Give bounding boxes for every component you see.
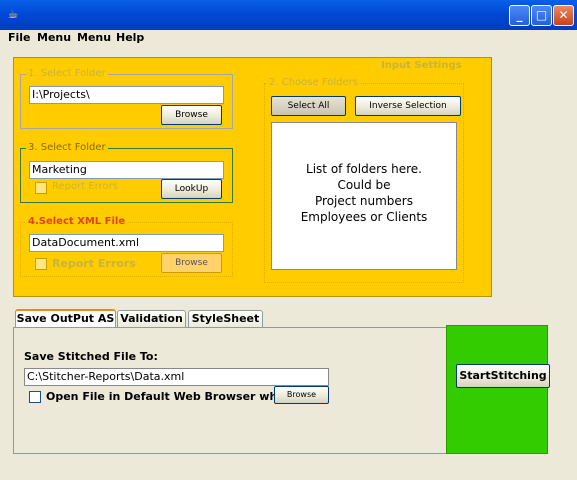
group2-label: 2. Choose Folders — [267, 77, 360, 89]
inverse-selection-button[interactable]: Inverse Selection — [355, 96, 461, 116]
xml-file-input[interactable]: DataDocument.xml — [29, 234, 224, 252]
report-errors-checkbox-1[interactable] — [35, 182, 47, 194]
menu-menu-1[interactable]: Menu — [37, 31, 71, 44]
start-stitching-button[interactable]: StartStitching — [456, 364, 550, 388]
folder-list-line: Employees or Clients — [300, 210, 428, 224]
browse-save-button[interactable]: Browse — [274, 386, 329, 404]
tab-validation[interactable]: Validation — [117, 310, 186, 328]
save-path-input[interactable]: C:\Stitcher-Reports\Data.xml — [24, 368, 329, 386]
report-errors-label-2: Report Errors — [52, 257, 136, 270]
group4-label: 4.Select XML File — [26, 216, 128, 228]
maximize-button[interactable]: □ — [531, 5, 552, 26]
lookup-button[interactable]: LookUp — [161, 179, 222, 199]
report-errors-label-1: Report Errors — [52, 181, 118, 192]
panel-title: Input Settings — [381, 60, 462, 71]
java-app-icon: ☕ — [7, 7, 19, 21]
report-errors-checkbox-2[interactable] — [35, 258, 47, 270]
folder-list[interactable]: List of folders here. Could be Project n… — [271, 122, 457, 270]
browse-folder-1-button[interactable]: Browse — [161, 105, 222, 125]
tab-save-output-as[interactable]: Save OutPut AS — [15, 309, 116, 329]
menu-menu-2[interactable]: Menu — [77, 31, 111, 44]
folder-list-line: List of folders here. — [306, 162, 422, 176]
menu-help[interactable]: Help — [116, 31, 144, 44]
save-output-panel: Save Stitched File To: C:\Stitcher-Repor… — [13, 327, 449, 454]
menu-file[interactable]: File — [8, 31, 31, 44]
minimize-button[interactable]: _ — [509, 5, 530, 26]
group3-label: 3. Select Folder — [26, 142, 108, 154]
open-in-browser-checkbox[interactable] — [29, 391, 41, 403]
folder-list-line: Project numbers — [315, 194, 413, 208]
tab-stylesheet[interactable]: StyleSheet — [188, 310, 263, 328]
select-all-button[interactable]: Select All — [271, 96, 346, 116]
browse-xml-button[interactable]: Browse — [161, 253, 222, 273]
title-bar[interactable] — [0, 0, 577, 30]
folder-3-input[interactable]: Marketing — [29, 161, 224, 179]
group1-label: 1. Select Folder — [26, 68, 108, 80]
folder-1-input[interactable]: I:\Projects\ — [29, 86, 224, 104]
close-button[interactable]: ✕ — [553, 5, 574, 26]
input-settings-panel: Input Settings 1. Select Folder I:\Proje… — [13, 57, 492, 297]
save-heading: Save Stitched File To: — [24, 350, 158, 363]
start-panel — [446, 325, 548, 454]
folder-list-line: Could be — [337, 178, 391, 192]
